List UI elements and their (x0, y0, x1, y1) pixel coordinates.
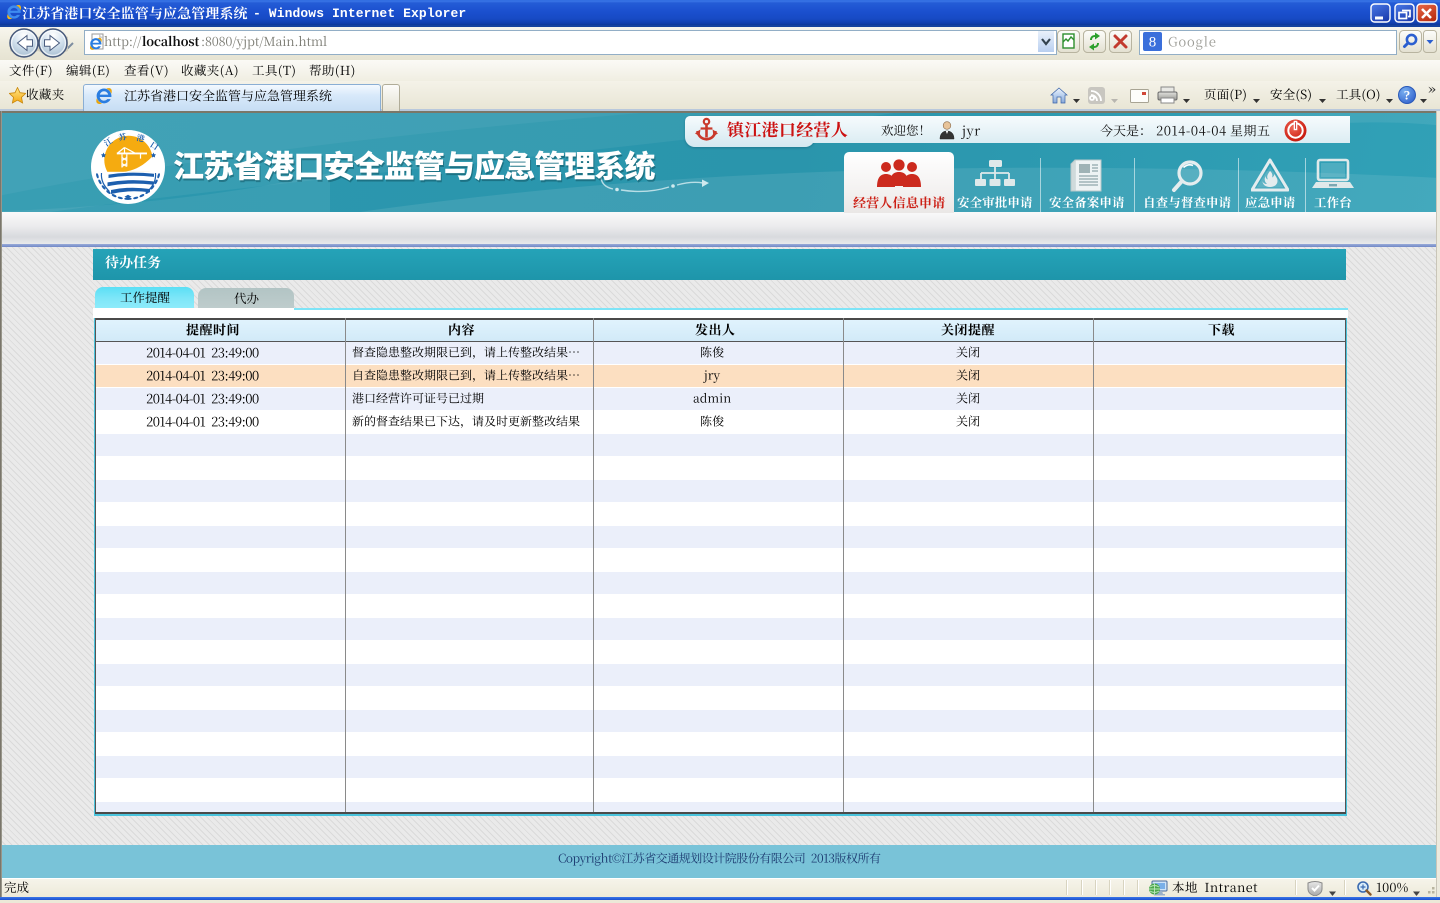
svg-text:8: 8 (1149, 35, 1157, 51)
svg-text:?: ? (1404, 88, 1411, 103)
